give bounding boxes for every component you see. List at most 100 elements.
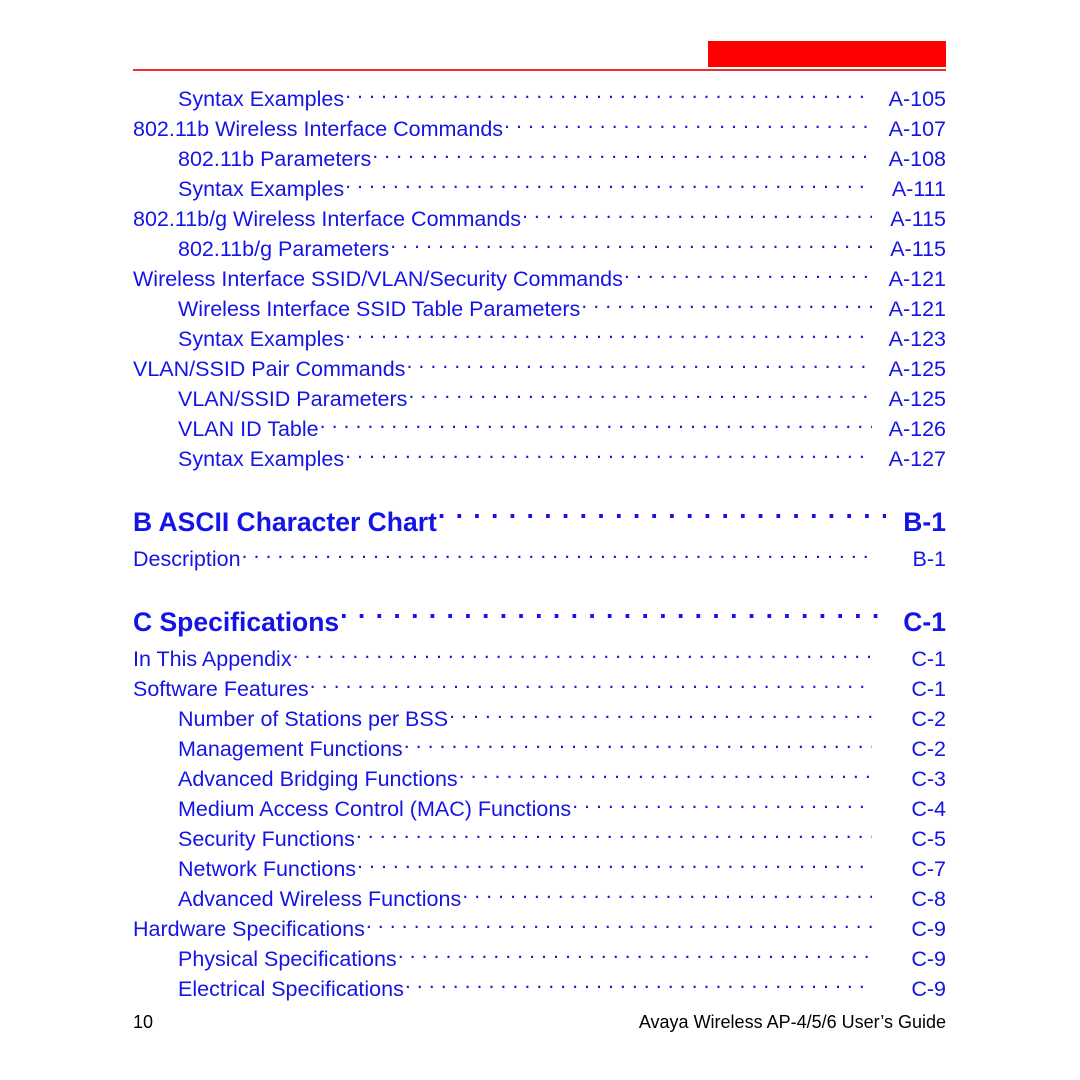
toc-leader-dots	[406, 355, 872, 377]
toc-entry-page-number: C-2	[911, 737, 946, 761]
toc-entry[interactable]: C Specifications C-1	[133, 600, 946, 644]
toc-entry-label-wrap: 802.11b/g Wireless Interface Commands	[133, 204, 522, 234]
header-red-bar	[708, 41, 946, 67]
toc-entry[interactable]: Syntax Examples A-111	[133, 174, 946, 204]
toc-leader-dots	[438, 505, 886, 532]
toc-entry-label: Syntax Examples	[178, 87, 345, 111]
toc-entry-label-wrap: C Specifications	[133, 600, 340, 644]
toc-entry-label: VLAN/SSID Parameters	[178, 387, 408, 411]
page-footer: 10 Avaya Wireless AP-4/5/6 User’s Guide	[133, 1012, 946, 1033]
toc-leader-dots	[345, 445, 872, 467]
toc-entry[interactable]: Software Features C-1	[133, 674, 946, 704]
toc-entry-label: Number of Stations per BSS	[178, 707, 449, 731]
toc-entry[interactable]: VLAN ID Table A-126	[133, 414, 946, 444]
toc-entry-label: 802.11b Parameters	[178, 147, 372, 171]
toc-entry-label: Syntax Examples	[178, 327, 345, 351]
toc-entry-page-number: A-125	[888, 357, 946, 381]
toc-entry-label: Medium Access Control (MAC) Functions	[178, 797, 572, 821]
toc-entry-page-number: A-105	[888, 87, 946, 111]
toc-entry-label: In This Appendix	[133, 647, 292, 671]
toc-entry-page-number: C-2	[911, 707, 946, 731]
toc-entry-page-number: A-107	[888, 117, 946, 141]
toc-entry[interactable]: Syntax Examples A-123	[133, 324, 946, 354]
toc-entry-label-wrap: VLAN/SSID Pair Commands	[133, 354, 406, 384]
toc-entry-page-number: C-4	[911, 797, 946, 821]
toc-entry-page-number: A-111	[891, 177, 946, 201]
toc-entry[interactable]: Hardware Specifications C-9	[133, 914, 946, 944]
toc-entry[interactable]: VLAN/SSID Parameters A-125	[133, 384, 946, 414]
toc-entry-label-wrap: Wireless Interface SSID Table Parameters	[133, 294, 581, 324]
toc-entry-page-number: A-125	[888, 387, 946, 411]
toc-entry-label-wrap: Physical Specifications	[133, 944, 398, 974]
toc-entry[interactable]: 802.11b/g Wireless Interface Commands A-1…	[133, 204, 946, 234]
toc-entry-label: VLAN/SSID Pair Commands	[133, 357, 406, 381]
toc-entry[interactable]: Advanced Wireless Functions C-8	[133, 884, 946, 914]
toc-entry-label-wrap: Management Functions	[133, 734, 404, 764]
toc-entry-label-wrap: Syntax Examples	[133, 174, 345, 204]
toc-entry-label: 802.11b Wireless Interface Commands	[133, 117, 504, 141]
toc-entry[interactable]: Security Functions C-5	[133, 824, 946, 854]
toc-entry[interactable]: Electrical Specifications C-9	[133, 974, 946, 1004]
toc-entry[interactable]: Syntax Examples A-127	[133, 444, 946, 474]
toc-entry-page-number: B-1	[903, 507, 946, 537]
toc-entry[interactable]: Wireless Interface SSID/VLAN/Security Co…	[133, 264, 946, 294]
toc-leader-dots	[340, 605, 886, 632]
toc-entry[interactable]: 802.11b Wireless Interface Commands A-107	[133, 114, 946, 144]
toc-entry-label-wrap: Hardware Specifications	[133, 914, 366, 944]
toc-entry[interactable]: 802.11b Parameters A-108	[133, 144, 946, 174]
toc-leader-dots	[345, 85, 872, 107]
toc-entry-page-number: C-7	[911, 857, 946, 881]
toc-entry-label: Syntax Examples	[178, 177, 345, 201]
toc-leader-dots	[522, 205, 872, 227]
toc-entry-page-number: A-123	[888, 327, 946, 351]
toc-leader-dots	[242, 545, 872, 567]
toc-entry-page-number: A-115	[890, 207, 946, 231]
toc-entry[interactable]: Network Functions C-7	[133, 854, 946, 884]
toc-entry-label-wrap: 802.11b/g Parameters	[133, 234, 390, 264]
toc-entry-page-number: B-1	[912, 547, 946, 571]
toc-entry[interactable]: Description B-1	[133, 544, 946, 574]
toc-entry-label-wrap: In This Appendix	[133, 644, 293, 674]
toc-entry-label-wrap: B ASCII Character Chart	[133, 500, 438, 544]
toc-entry-page-number: C-3	[911, 767, 946, 791]
toc-entry-page-number: A-121	[888, 267, 946, 291]
toc-entry[interactable]: Number of Stations per BSS C-2	[133, 704, 946, 734]
toc-entry-page-number: A-108	[888, 147, 946, 171]
toc-entry[interactable]: In This Appendix C-1	[133, 644, 946, 674]
toc-entry-label: Software Features	[133, 677, 309, 701]
toc-leader-dots	[293, 645, 872, 667]
toc-entry[interactable]: Syntax Examples A-105	[133, 84, 946, 114]
toc-entry[interactable]: Wireless Interface SSID Table Parameters…	[133, 294, 946, 324]
toc-entry[interactable]: Medium Access Control (MAC) Functions C-4	[133, 794, 946, 824]
footer-page-number: 10	[133, 1012, 154, 1032]
toc-leader-dots	[405, 975, 872, 997]
toc-entry[interactable]: VLAN/SSID Pair Commands A-125	[133, 354, 946, 384]
toc-entry-label-wrap: 802.11b Wireless Interface Commands	[133, 114, 504, 144]
toc-entry-label-wrap: VLAN/SSID Parameters	[133, 384, 408, 414]
toc-entry[interactable]: Advanced Bridging Functions C-3	[133, 764, 946, 794]
toc-entry[interactable]: Physical Specifications C-9	[133, 944, 946, 974]
toc-entry-page-number: C-9	[911, 917, 946, 941]
toc-entry-label: 802.11b/g Parameters	[178, 237, 390, 261]
toc-entry-label: VLAN ID Table	[178, 417, 319, 441]
toc-entry-label: Description	[133, 547, 241, 571]
toc-entry-label-wrap: Advanced Wireless Functions	[133, 884, 462, 914]
toc-entry-page-number: C-9	[911, 977, 946, 1001]
toc-entry[interactable]: B ASCII Character Chart B-1	[133, 500, 946, 544]
toc-leader-dots	[320, 415, 872, 437]
toc-entry-label-wrap: Number of Stations per BSS	[133, 704, 449, 734]
toc-entry-page-number: A-115	[890, 237, 946, 261]
toc-entry-label-wrap: Security Functions	[133, 824, 356, 854]
toc-entry[interactable]: Management Functions C-2	[133, 734, 946, 764]
toc-leader-dots	[449, 705, 872, 727]
toc-entry-label-wrap: Software Features	[133, 674, 310, 704]
toc-entry-label-wrap: VLAN ID Table	[133, 414, 320, 444]
toc-leader-dots	[572, 795, 872, 817]
toc-entry[interactable]: 802.11b/g Parameters A-115	[133, 234, 946, 264]
toc-entry-label: Security Functions	[178, 827, 355, 851]
toc-entry-page-number: C-1	[903, 607, 946, 637]
toc-entry-label-wrap: 802.11b Parameters	[133, 144, 372, 174]
toc-entry-label-wrap: Syntax Examples	[133, 84, 345, 114]
toc-entry-label-wrap: Electrical Specifications	[133, 974, 405, 1004]
